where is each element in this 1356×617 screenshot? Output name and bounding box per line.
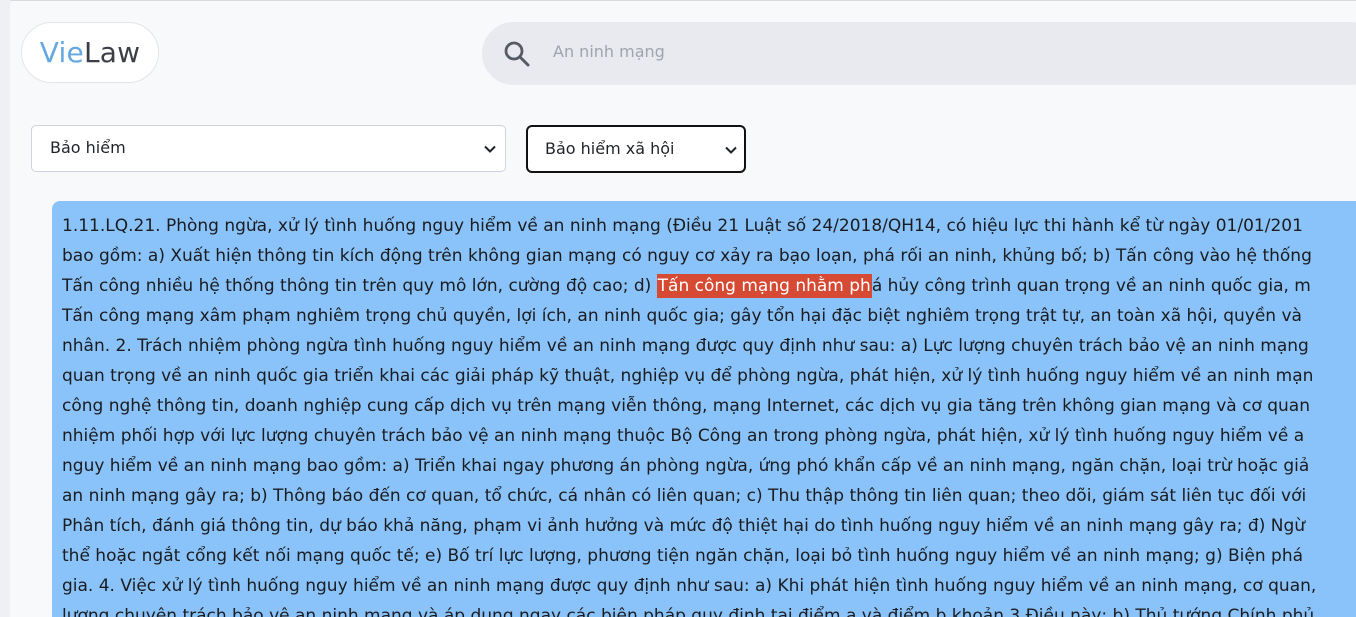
content-line: gia. 4. Việc xử lý tình huống nguy hiểm … (62, 576, 1317, 596)
content-line: nhân. 2. Trách nhiệm phòng ngừa tình huố… (62, 336, 1309, 356)
content-text: Tấn công nhiều hệ thống thông tin trên q… (62, 276, 657, 296)
law-content-panel[interactable]: 1.11.LQ.21. Phòng ngừa, xử lý tình huống… (52, 201, 1356, 617)
left-edge-strip (0, 0, 10, 617)
search-icon[interactable] (503, 40, 531, 68)
content-line: thể hoặc ngắt cổng kết nối mạng quốc tế;… (62, 546, 1304, 566)
content-line: bao gồm: a) Xuất hiện thông tin kích độn… (62, 246, 1312, 266)
content-line: 1.11.LQ.21. Phòng ngừa, xử lý tình huống… (62, 216, 1303, 236)
content-line: Tấn công mạng xâm phạm nghiêm trọng chủ … (62, 306, 1302, 326)
logo-text-vie: Vie (39, 36, 84, 69)
logo-text-law: Law (83, 36, 141, 69)
search-input-placeholder[interactable]: An ninh mạng (553, 42, 665, 61)
content-line: quan trọng về an ninh quốc gia triển kha… (62, 366, 1314, 386)
category-select[interactable]: Bảo hiểm (31, 125, 506, 172)
category-select-value: Bảo hiểm (50, 138, 126, 157)
content-line: nhiệm phối hợp với lực lượng chuyên trác… (62, 426, 1305, 446)
subcategory-select-value: Bảo hiểm xã hội (545, 139, 675, 158)
page: Vie Law An ninh mạng Bảo hiểm Bảo hiểm xã… (0, 0, 1356, 617)
content-line: Tấn công nhiều hệ thống thông tin trên q… (62, 274, 1311, 298)
content-line: Phân tích, đánh giá thông tin, dự báo kh… (62, 516, 1306, 536)
content-line: công nghệ thông tin, doanh nghiệp cung c… (62, 396, 1310, 416)
vielaw-logo[interactable]: Vie Law (21, 22, 159, 83)
content-line: lượng chuyên trách bảo vệ an ninh mạng v… (62, 606, 1315, 617)
chevron-down-icon (484, 145, 496, 153)
subcategory-select[interactable]: Bảo hiểm xã hội (526, 125, 746, 173)
content-line: nguy hiểm về an ninh mạng bao gồm: a) Tr… (62, 456, 1310, 476)
search-highlight: Tấn công mạng nhằm ph (656, 274, 872, 298)
content-line: an ninh mạng gây ra; b) Thông báo đến cơ… (62, 486, 1307, 506)
chevron-down-icon (725, 146, 737, 154)
content-text: á hủy công trình quan trọng về an ninh q… (871, 276, 1311, 296)
search-bar[interactable]: An ninh mạng (482, 22, 1356, 85)
